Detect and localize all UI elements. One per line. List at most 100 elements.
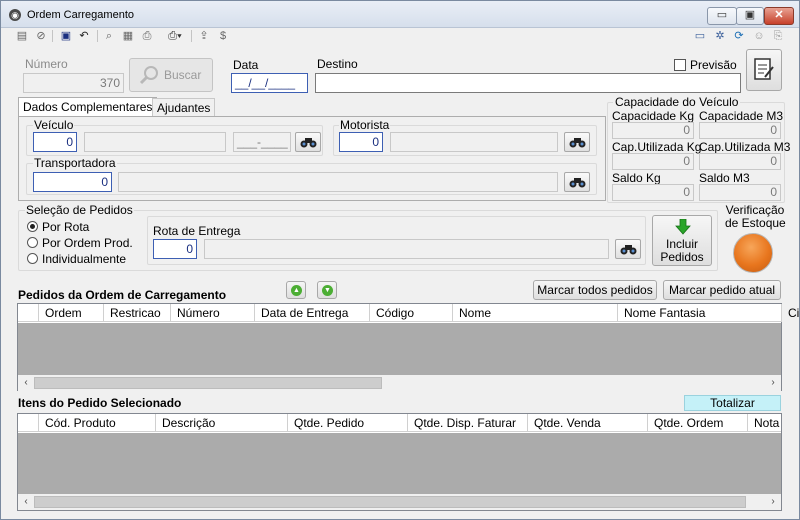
grid-icon[interactable]: ▦ xyxy=(121,29,135,43)
col-nome-fantasia[interactable]: Nome Fantasia xyxy=(617,304,781,322)
scroll-left-icon[interactable]: ‹ xyxy=(18,375,34,391)
col-ci[interactable]: Ci xyxy=(781,304,800,322)
previsao-label: Previsão xyxy=(690,58,737,72)
previsao-checkbox[interactable] xyxy=(674,59,686,71)
pedidos-grid-header: Ordem Restricao Número Data de Entrega C… xyxy=(18,304,799,322)
col-qtde-ordem[interactable]: Qtde. Ordem xyxy=(647,414,747,432)
col-data-entrega[interactable]: Data de Entrega xyxy=(254,304,369,322)
itens-grid[interactable]: Cód. Produto Descrição Qtde. Pedido Qtde… xyxy=(17,413,782,511)
scroll-right-icon[interactable]: › xyxy=(765,375,781,391)
printer-dropdown-icon[interactable]: ⎙▾ xyxy=(164,29,186,43)
move-up-button[interactable]: ▲ xyxy=(286,281,306,299)
pedidos-title: Pedidos da Ordem de Carregamento xyxy=(18,288,227,302)
rota-lookup-button[interactable] xyxy=(615,239,641,259)
rota-description-field[interactable] xyxy=(204,239,609,259)
itens-grid-header: Cód. Produto Descrição Qtde. Pedido Qtde… xyxy=(18,414,781,432)
attach-icon[interactable]: ⎘ xyxy=(771,29,785,43)
itens-grid-body[interactable] xyxy=(18,433,781,495)
title-bar[interactable]: ◉ Ordem Carregamento ▭ ▣ ✕ xyxy=(1,1,799,28)
col-cod-produto[interactable]: Cód. Produto xyxy=(38,414,155,432)
cap-utilizada-m3-field[interactable]: 0 xyxy=(699,153,781,170)
transportadora-lookup-button[interactable] xyxy=(564,172,590,192)
col-codigo[interactable]: Código xyxy=(369,304,452,322)
col-qtde-venda[interactable]: Qtde. Venda xyxy=(527,414,647,432)
tab-dados-complementares[interactable]: Dados Complementares xyxy=(18,97,158,117)
buscar-button[interactable]: Buscar xyxy=(129,58,213,92)
data-label: Data xyxy=(233,58,259,72)
marcar-atual-button[interactable]: Marcar pedido atual xyxy=(663,280,781,300)
veiculo-description-field[interactable] xyxy=(84,132,226,152)
veiculo-placa-field[interactable]: ___-____ xyxy=(233,132,291,152)
cancel-icon[interactable]: ⊘ xyxy=(34,29,48,43)
estoque-status-indicator[interactable] xyxy=(733,233,773,273)
cap-utilizada-kg-label: Cap.Utilizada Kg xyxy=(612,140,702,154)
app-icon[interactable]: ◉ xyxy=(9,9,21,21)
save-icon[interactable]: ▣ xyxy=(59,29,73,43)
capacidade-m3-label: Capacidade M3 xyxy=(699,109,784,123)
window-title: Ordem Carregamento xyxy=(27,9,134,21)
notes-button[interactable] xyxy=(746,49,782,91)
veiculo-code-field[interactable]: 0 xyxy=(33,132,77,152)
col-ordem[interactable]: Ordem xyxy=(38,304,103,322)
incluir-label: Incluir xyxy=(665,237,698,251)
saldo-m3-field[interactable]: 0 xyxy=(699,184,781,201)
col-descricao[interactable]: Descrição xyxy=(155,414,287,432)
col-qtde-pedido[interactable]: Qtde. Pedido xyxy=(287,414,407,432)
radio-por-ordem-prod[interactable] xyxy=(27,237,38,248)
user-icon[interactable]: ☺ xyxy=(752,29,766,43)
tab-ajudantes[interactable]: Ajudantes xyxy=(152,98,216,117)
itens-title: Itens do Pedido Selecionado xyxy=(18,396,182,410)
por-ordem-prod-label: Por Ordem Prod. xyxy=(42,236,133,250)
settings-icon[interactable]: ✲ xyxy=(713,29,727,43)
row-indicator-header xyxy=(18,304,38,322)
veiculo-lookup-button[interactable] xyxy=(295,132,321,152)
export-icon[interactable]: ⇪ xyxy=(197,29,211,43)
print-icon[interactable]: ⎙ xyxy=(140,29,154,43)
numero-field[interactable]: 370 xyxy=(23,73,124,93)
totalizar-button[interactable]: Totalizar xyxy=(684,395,781,411)
itens-hscrollbar[interactable]: ‹ › xyxy=(18,494,781,510)
individualmente-label: Individualmente xyxy=(42,252,127,266)
minimize-button[interactable]: ▭ xyxy=(707,7,737,25)
transportadora-description-field[interactable] xyxy=(118,172,558,192)
move-down-button[interactable]: ▼ xyxy=(317,281,337,299)
estoque-label: de Estoque xyxy=(725,216,786,230)
data-field[interactable]: __/__/____ xyxy=(231,73,308,93)
motorista-code-field[interactable]: 0 xyxy=(339,132,383,152)
undo-icon[interactable]: ↶ xyxy=(77,29,91,43)
restore-button[interactable]: ▣ xyxy=(736,7,764,25)
scroll-right-icon[interactable]: › xyxy=(765,494,781,510)
arrow-down-icon: ▼ xyxy=(322,285,333,296)
itens-scroll-thumb[interactable] xyxy=(34,496,746,508)
radio-por-rota[interactable] xyxy=(27,221,38,232)
capacidade-kg-field[interactable]: 0 xyxy=(612,122,694,139)
marcar-todos-button[interactable]: Marcar todos pedidos xyxy=(533,280,657,300)
find-icon[interactable]: ⌕ xyxy=(102,29,116,43)
window-icon[interactable]: ▭ xyxy=(693,29,707,43)
pedidos-grid[interactable]: Ordem Restricao Número Data de Entrega C… xyxy=(17,303,799,391)
col-nome[interactable]: Nome xyxy=(452,304,617,322)
refresh-icon[interactable]: ⟳ xyxy=(732,29,746,43)
money-icon[interactable]: $ xyxy=(216,29,230,43)
capacidade-m3-field[interactable]: 0 xyxy=(699,122,781,139)
cap-utilizada-m3-label: Cap.Utilizada M3 xyxy=(699,140,791,154)
pedidos-scroll-thumb[interactable] xyxy=(34,377,382,389)
pedidos-hscrollbar[interactable]: ‹ › xyxy=(18,375,781,391)
saldo-kg-field[interactable]: 0 xyxy=(612,184,694,201)
close-button[interactable]: ✕ xyxy=(764,7,794,25)
new-icon[interactable]: ▤ xyxy=(15,29,29,43)
radio-individualmente[interactable] xyxy=(27,253,38,264)
scroll-left-icon[interactable]: ‹ xyxy=(18,494,34,510)
motorista-lookup-button[interactable] xyxy=(564,132,590,152)
destino-field[interactable] xyxy=(315,73,741,93)
col-nota-fiscal[interactable]: Nota Fisc xyxy=(747,414,781,432)
col-numero[interactable]: Número xyxy=(170,304,254,322)
cap-utilizada-kg-field[interactable]: 0 xyxy=(612,153,694,170)
pedidos-grid-body[interactable] xyxy=(18,323,781,376)
rota-code-field[interactable]: 0 xyxy=(153,239,197,259)
motorista-description-field[interactable] xyxy=(390,132,558,152)
incluir-pedidos-button[interactable]: Incluir Pedidos xyxy=(652,215,712,266)
col-restricao[interactable]: Restricao xyxy=(103,304,170,322)
col-qtde-disp-faturar[interactable]: Qtde. Disp. Faturar xyxy=(407,414,527,432)
transportadora-code-field[interactable]: 0 xyxy=(33,172,112,192)
